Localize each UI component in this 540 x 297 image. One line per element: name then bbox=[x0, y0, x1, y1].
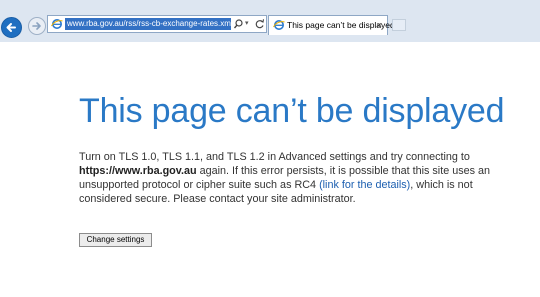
change-settings-button[interactable]: Change settings bbox=[79, 233, 152, 247]
ie-page-icon bbox=[273, 20, 285, 30]
error-message: Turn on TLS 1.0, TLS 1.1, and TLS 1.2 in… bbox=[79, 150, 519, 206]
address-bar[interactable]: www.rba.gov.au/rss/rss-cb-exchange-rates… bbox=[47, 15, 267, 33]
ie-page-icon bbox=[51, 19, 63, 29]
new-tab-button[interactable] bbox=[392, 19, 406, 31]
url-text[interactable]: www.rba.gov.au/rss/rss-cb-exchange-rates… bbox=[65, 18, 231, 30]
details-link[interactable]: (link for the details) bbox=[319, 179, 410, 191]
back-arrow-icon bbox=[6, 23, 16, 32]
search-icon[interactable] bbox=[233, 18, 244, 30]
browser-toolbar: www.rba.gov.au/rss/rss-cb-exchange-rates… bbox=[0, 0, 540, 42]
back-button[interactable] bbox=[1, 17, 22, 38]
forward-button[interactable] bbox=[28, 17, 46, 35]
chevron-down-icon[interactable]: ▾ bbox=[245, 18, 253, 30]
message-text: Turn on TLS 1.0, TLS 1.1, and TLS 1.2 in… bbox=[79, 151, 470, 163]
forward-arrow-icon bbox=[32, 22, 41, 30]
refresh-icon[interactable] bbox=[254, 18, 265, 30]
site-url: https://www.rba.gov.au bbox=[79, 165, 197, 177]
tab-close-button[interactable]: × bbox=[377, 19, 382, 31]
tab-error-page[interactable]: This page can’t be displayed × bbox=[268, 15, 395, 35]
page-title: This page can’t be displayed bbox=[79, 92, 505, 130]
